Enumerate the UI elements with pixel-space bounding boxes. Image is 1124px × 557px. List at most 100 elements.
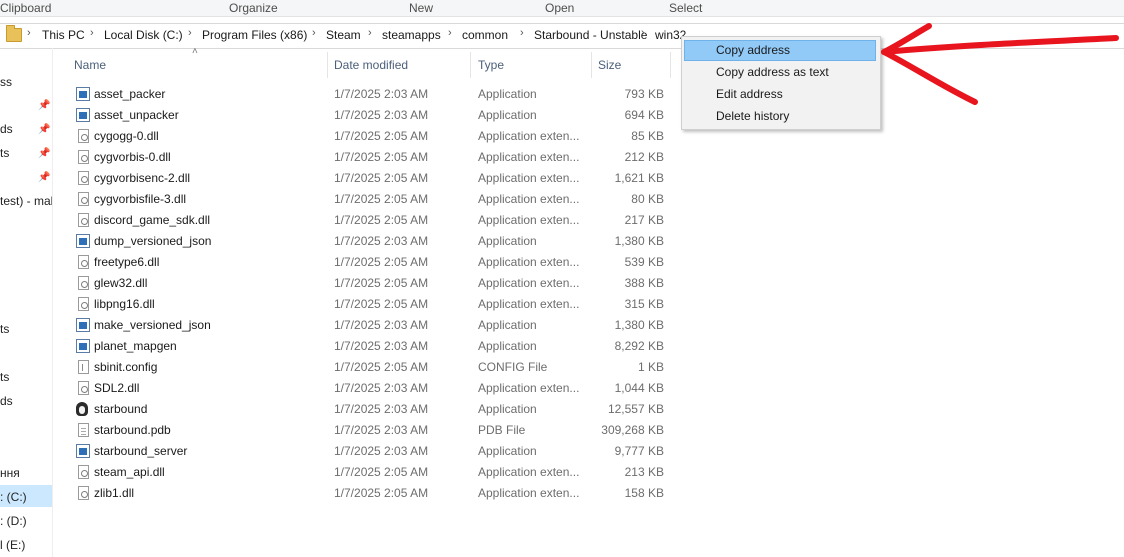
file-row[interactable]: dump_versioned_json 1/7/2025 2:03 AM Appli… [70, 231, 670, 252]
file-date-modified: 1/7/2025 2:05 AM [334, 465, 429, 479]
file-size: 1,380 KB [614, 318, 664, 332]
file-size: 158 KB [624, 486, 664, 500]
nav-item[interactable]: ts [0, 370, 9, 384]
column-date-modified[interactable]: Date modified [334, 58, 408, 72]
file-name: starbound [94, 402, 148, 416]
chevron-right-icon[interactable]: › [641, 27, 645, 39]
file-row[interactable]: discord_game_sdk.dll 1/7/2025 2:05 AM Appl… [70, 210, 670, 231]
file-type: Application [478, 87, 537, 101]
file-name: libpng16.dll [94, 297, 155, 311]
app-icon [76, 318, 90, 332]
file-name: dump_versioned_json [94, 234, 212, 248]
dll-icon [78, 213, 89, 227]
file-icon [78, 423, 89, 437]
file-row[interactable]: cygvorbisfile-3.dll 1/7/2025 2:05 AM Appli… [70, 189, 670, 210]
breadcrumb-this-pc[interactable]: This PC [42, 28, 85, 42]
breadcrumb-starbound-unstable[interactable]: Starbound - Unstable [534, 28, 647, 42]
nav-item[interactable]: ds [0, 394, 13, 408]
file-type: Application [478, 339, 537, 353]
chevron-right-icon[interactable]: › [90, 27, 94, 39]
file-size: 793 KB [624, 87, 664, 101]
menu-item-label: Copy address as text [716, 65, 829, 79]
menu-item-copy-address[interactable]: Copy address [684, 40, 876, 61]
nav-item[interactable]: ds [0, 122, 13, 136]
breadcrumb-local-disk[interactable]: Local Disk (C:) [104, 28, 183, 42]
nav-item[interactable]: test) - mal [0, 194, 52, 208]
file-date-modified: 1/7/2025 2:05 AM [334, 255, 429, 269]
file-name: asset_unpacker [94, 108, 179, 122]
column-size[interactable]: Size [598, 58, 621, 72]
file-date-modified: 1/7/2025 2:05 AM [334, 192, 429, 206]
file-date-modified: 1/7/2025 2:03 AM [334, 339, 429, 353]
menu-item-delete-history[interactable]: Delete history [684, 106, 876, 127]
file-date-modified: 1/7/2025 2:03 AM [334, 381, 429, 395]
file-size: 12,557 KB [607, 402, 664, 416]
file-row[interactable]: steam_api.dll 1/7/2025 2:05 AM Application… [70, 462, 670, 483]
app-icon [76, 87, 90, 101]
file-type: Application [478, 108, 537, 122]
chevron-right-icon[interactable]: › [368, 27, 372, 39]
address-bar[interactable]: › This PC › Local Disk (C:) › Program Fi… [0, 23, 1124, 49]
file-name: sbinit.config [94, 360, 158, 374]
file-type: Application [478, 234, 537, 248]
file-name: make_versioned_json [94, 318, 211, 332]
column-divider[interactable] [670, 52, 671, 78]
file-name: zlib1.dll [94, 486, 135, 500]
chevron-right-icon[interactable]: › [448, 27, 452, 39]
file-type: Application [478, 318, 537, 332]
nav-item-c-drive[interactable]: : (C:) [0, 490, 27, 504]
breadcrumb-common[interactable]: common [462, 28, 508, 42]
column-divider[interactable] [591, 52, 592, 78]
file-date-modified: 1/7/2025 2:05 AM [334, 486, 429, 500]
file-row[interactable]: sbinit.config 1/7/2025 2:05 AM CONFIG File… [70, 357, 670, 378]
file-row[interactable]: libpng16.dll 1/7/2025 2:05 AM Application … [70, 294, 670, 315]
breadcrumb-program-files[interactable]: Program Files (x86) [202, 28, 307, 42]
column-name[interactable]: Name [74, 58, 106, 72]
breadcrumb-steam[interactable]: Steam [326, 28, 361, 42]
nav-item[interactable]: ts [0, 146, 9, 160]
column-divider[interactable] [470, 52, 471, 78]
file-row[interactable]: cygogg-0.dll 1/7/2025 2:05 AM Application … [70, 126, 670, 147]
file-row[interactable]: asset_unpacker 1/7/2025 2:03 AM Applicatio… [70, 105, 670, 126]
menu-item-label: Copy address [716, 43, 791, 57]
menu-item-copy-address-as-text[interactable]: Copy address as text [684, 62, 876, 83]
dll-icon [78, 192, 89, 206]
file-row[interactable]: planet_mapgen 1/7/2025 2:03 AM Application… [70, 336, 670, 357]
app-icon [76, 108, 90, 122]
breadcrumb-steamapps[interactable]: steamapps [382, 28, 441, 42]
menu-item-edit-address[interactable]: Edit address [684, 84, 876, 105]
nav-item[interactable]: ss [0, 75, 12, 89]
ribbon-organize-label: Organize [229, 1, 278, 15]
file-row[interactable]: starbound 1/7/2025 2:03 AM Application 12,5… [70, 399, 670, 420]
file-row[interactable]: SDL2.dll 1/7/2025 2:03 AM Application exte… [70, 378, 670, 399]
file-row[interactable]: freetype6.dll 1/7/2025 2:05 AM Application… [70, 252, 670, 273]
starbound-app-icon [76, 402, 88, 416]
file-row[interactable]: starbound_server 1/7/2025 2:03 AM Applicat… [70, 441, 670, 462]
file-row[interactable]: cygvorbisenc-2.dll 1/7/2025 2:05 AM Applic… [70, 168, 670, 189]
file-row[interactable]: cygvorbis-0.dll 1/7/2025 2:05 AM Applicati… [70, 147, 670, 168]
file-row[interactable]: make_versioned_json 1/7/2025 2:03 AM Appli… [70, 315, 670, 336]
file-size: 1 KB [637, 360, 664, 374]
nav-item[interactable]: ння [0, 466, 20, 480]
file-row[interactable]: zlib1.dll 1/7/2025 2:05 AM Application ext… [70, 483, 670, 504]
nav-item-e-drive[interactable]: l (E:) [0, 538, 25, 552]
file-type: Application exten... [478, 192, 580, 206]
file-type: Application exten... [478, 255, 580, 269]
nav-item[interactable]: ts [0, 322, 9, 336]
file-type: Application [478, 402, 537, 416]
nav-item-d-drive[interactable]: : (D:) [0, 514, 27, 528]
chevron-right-icon[interactable]: › [188, 27, 192, 39]
dll-icon [78, 171, 89, 185]
file-size: 212 KB [624, 150, 664, 164]
chevron-right-icon[interactable]: › [312, 27, 316, 39]
file-row[interactable]: starbound.pdb 1/7/2025 2:03 AM PDB File 309… [70, 420, 670, 441]
app-icon [76, 444, 90, 458]
column-divider[interactable] [327, 52, 328, 78]
file-row[interactable]: asset_packer 1/7/2025 2:03 AM Application 7… [70, 84, 670, 105]
file-type: Application exten... [478, 486, 580, 500]
file-size: 388 KB [624, 276, 664, 290]
file-name: discord_game_sdk.dll [94, 213, 211, 227]
file-row[interactable]: glew32.dll 1/7/2025 2:05 AM Application ex… [70, 273, 670, 294]
chevron-right-icon[interactable]: › [520, 27, 524, 39]
column-type[interactable]: Type [478, 58, 504, 72]
